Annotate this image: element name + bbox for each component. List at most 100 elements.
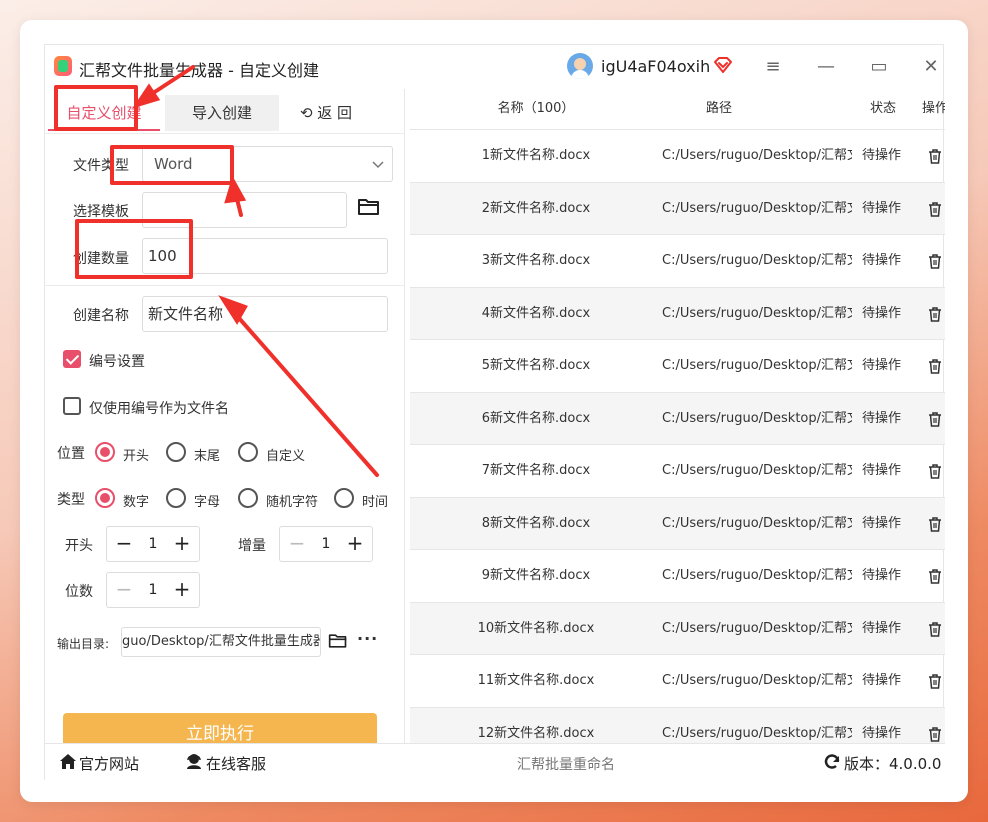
start-plus-button[interactable]: + xyxy=(167,527,197,561)
left-panel: 自定义创建 导入创建 ⟲ 返 回 文件类型 Word 选择模板 创建数量 100… xyxy=(45,89,405,755)
home-icon xyxy=(60,754,76,769)
trash-icon[interactable] xyxy=(928,149,942,164)
file-name-cell: 9新文件名称.docx xyxy=(481,568,591,583)
start-label: 开头 xyxy=(65,538,93,554)
file-name-cell: 12新文件名称.docx xyxy=(477,725,595,741)
status-cell: 待操作 xyxy=(862,200,902,216)
tab-import-create[interactable]: 导入创建 xyxy=(165,95,279,131)
trash-icon[interactable] xyxy=(928,464,942,479)
table-row[interactable]: 6新文件名称.docx C:/Users/ruguo/Desktop/汇帮文 待操作 xyxy=(410,391,945,444)
annotation-box-file-type xyxy=(110,145,234,185)
type-option-letter: 字母 xyxy=(194,495,221,510)
version-text: 版本：4.0.0.0 xyxy=(844,755,942,773)
menu-icon[interactable]: ≡ xyxy=(755,51,791,83)
increment-minus-button[interactable]: − xyxy=(282,527,312,561)
maximize-icon[interactable]: ▭ xyxy=(861,51,897,83)
only-number-label: 仅使用编号作为文件名 xyxy=(89,401,229,417)
folder-icon[interactable] xyxy=(357,197,381,217)
column-header-status: 状态 xyxy=(870,101,897,116)
table-row[interactable]: 9新文件名称.docx C:/Users/ruguo/Desktop/汇帮文 待操作 xyxy=(410,549,945,601)
avatar[interactable] xyxy=(567,53,593,79)
digits-plus-button[interactable]: + xyxy=(167,573,197,607)
only-number-checkbox[interactable] xyxy=(63,397,81,415)
vip-diamond-icon[interactable] xyxy=(713,55,733,75)
file-path-cell: C:/Users/ruguo/Desktop/汇帮文 xyxy=(662,463,852,478)
increment-stepper: − 1 + xyxy=(279,526,373,562)
trash-icon[interactable] xyxy=(928,674,942,689)
digits-stepper: − 1 + xyxy=(106,572,200,608)
file-path-cell: C:/Users/ruguo/Desktop/汇帮文 xyxy=(662,305,852,321)
online-support-link[interactable]: 在线客服 xyxy=(206,753,266,774)
file-path-cell: C:/Users/ruguo/Desktop/汇帮文 xyxy=(662,253,852,268)
file-path-cell: C:/Users/ruguo/Desktop/汇帮文 xyxy=(662,515,852,531)
trash-icon[interactable] xyxy=(928,411,942,427)
increment-plus-button[interactable]: + xyxy=(340,527,370,561)
digits-minus-button[interactable]: − xyxy=(109,573,139,607)
table-row[interactable]: 2新文件名称.docx C:/Users/ruguo/Desktop/汇帮文 待操作 xyxy=(410,181,945,234)
file-path-cell: C:/Users/ruguo/Desktop/汇帮文 xyxy=(662,410,852,426)
output-path-input[interactable]: guo/Desktop/汇帮文件批量生成器 xyxy=(121,627,321,657)
trash-icon[interactable] xyxy=(928,201,942,217)
trash-icon[interactable] xyxy=(928,359,942,374)
status-cell: 待操作 xyxy=(862,148,902,163)
file-path-cell: C:/Users/ruguo/Desktop/汇帮文 xyxy=(662,358,852,373)
status-cell: 待操作 xyxy=(862,568,902,583)
table-row[interactable]: 5新文件名称.docx C:/Users/ruguo/Desktop/汇帮文 待操作 xyxy=(410,339,945,391)
table-row[interactable]: 7新文件名称.docx C:/Users/ruguo/Desktop/汇帮文 待操作 xyxy=(410,444,945,496)
file-path-cell: C:/Users/ruguo/Desktop/汇帮文 xyxy=(662,620,852,636)
trash-icon[interactable] xyxy=(928,726,942,742)
file-path-cell: C:/Users/ruguo/Desktop/汇帮文 xyxy=(662,568,852,583)
file-name-cell: 6新文件名称.docx xyxy=(481,410,591,426)
type-radio-number[interactable] xyxy=(95,488,115,508)
trash-icon[interactable] xyxy=(928,306,942,322)
table-row[interactable]: 8新文件名称.docx C:/Users/ruguo/Desktop/汇帮文 待操作 xyxy=(410,496,945,549)
table-row[interactable]: 11新文件名称.docx C:/Users/ruguo/Desktop/汇帮文 待操… xyxy=(410,654,945,706)
trash-icon[interactable] xyxy=(928,569,942,584)
type-radio-time[interactable] xyxy=(334,488,354,508)
refresh-icon[interactable] xyxy=(823,753,841,771)
more-icon[interactable]: ··· xyxy=(357,629,378,648)
file-name-cell: 7新文件名称.docx xyxy=(481,463,591,478)
back-button[interactable]: ⟲ 返 回 xyxy=(289,95,363,131)
status-cell: 待操作 xyxy=(862,410,902,426)
type-option-time: 时间 xyxy=(362,495,389,510)
table-row[interactable]: 1新文件名称.docx C:/Users/ruguo/Desktop/汇帮文 待操作 xyxy=(410,129,945,181)
trash-icon[interactable] xyxy=(928,621,942,637)
type-radio-letter[interactable] xyxy=(166,488,186,508)
position-radio-start[interactable] xyxy=(95,442,115,462)
name-input[interactable]: 新文件名称 xyxy=(142,296,388,332)
table-row[interactable]: 4新文件名称.docx C:/Users/ruguo/Desktop/汇帮文 待操作 xyxy=(410,286,945,339)
table-row[interactable]: 10新文件名称.docx C:/Users/ruguo/Desktop/汇帮文 待操… xyxy=(410,601,945,654)
status-cell: 待操作 xyxy=(862,725,902,741)
username[interactable]: igU4aF04oxih xyxy=(601,57,710,76)
column-header-action: 操作 xyxy=(922,101,945,116)
status-cell: 待操作 xyxy=(862,305,902,321)
type-option-random: 随机字符 xyxy=(266,495,319,510)
divider xyxy=(45,285,405,286)
window-title: 汇帮文件批量生成器 - 自定义创建 xyxy=(79,61,319,80)
type-radio-random[interactable] xyxy=(238,488,258,508)
increment-label: 增量 xyxy=(238,538,266,554)
trash-icon[interactable] xyxy=(928,516,942,532)
trash-icon[interactable] xyxy=(928,254,942,269)
start-value[interactable]: 1 xyxy=(139,527,167,561)
close-icon[interactable]: ✕ xyxy=(913,51,949,83)
numbering-checkbox[interactable] xyxy=(63,350,81,368)
table-row[interactable]: 12新文件名称.docx C:/Users/ruguo/Desktop/汇帮文 待操… xyxy=(410,706,945,743)
start-minus-button[interactable]: − xyxy=(109,527,139,561)
status-cell: 待操作 xyxy=(862,463,902,478)
status-cell: 待操作 xyxy=(862,620,902,636)
position-radio-custom[interactable] xyxy=(238,442,258,462)
increment-value[interactable]: 1 xyxy=(312,527,340,561)
status-cell: 待操作 xyxy=(862,358,902,373)
table-row[interactable]: 3新文件名称.docx C:/Users/ruguo/Desktop/汇帮文 待操作 xyxy=(410,234,945,286)
file-name-cell: 5新文件名称.docx xyxy=(481,358,591,373)
position-radio-end[interactable] xyxy=(166,442,186,462)
app-window: 汇帮文件批量生成器 - 自定义创建 igU4aF04oxih ≡ — ▭ ✕ 自… xyxy=(44,44,945,780)
minimize-icon[interactable]: — xyxy=(808,51,844,83)
annotation-box-tab xyxy=(54,85,138,131)
digits-value[interactable]: 1 xyxy=(139,573,167,607)
official-website-link[interactable]: 官方网站 xyxy=(79,753,139,774)
folder-icon[interactable] xyxy=(328,632,348,650)
file-name-cell: 11新文件名称.docx xyxy=(477,673,595,688)
